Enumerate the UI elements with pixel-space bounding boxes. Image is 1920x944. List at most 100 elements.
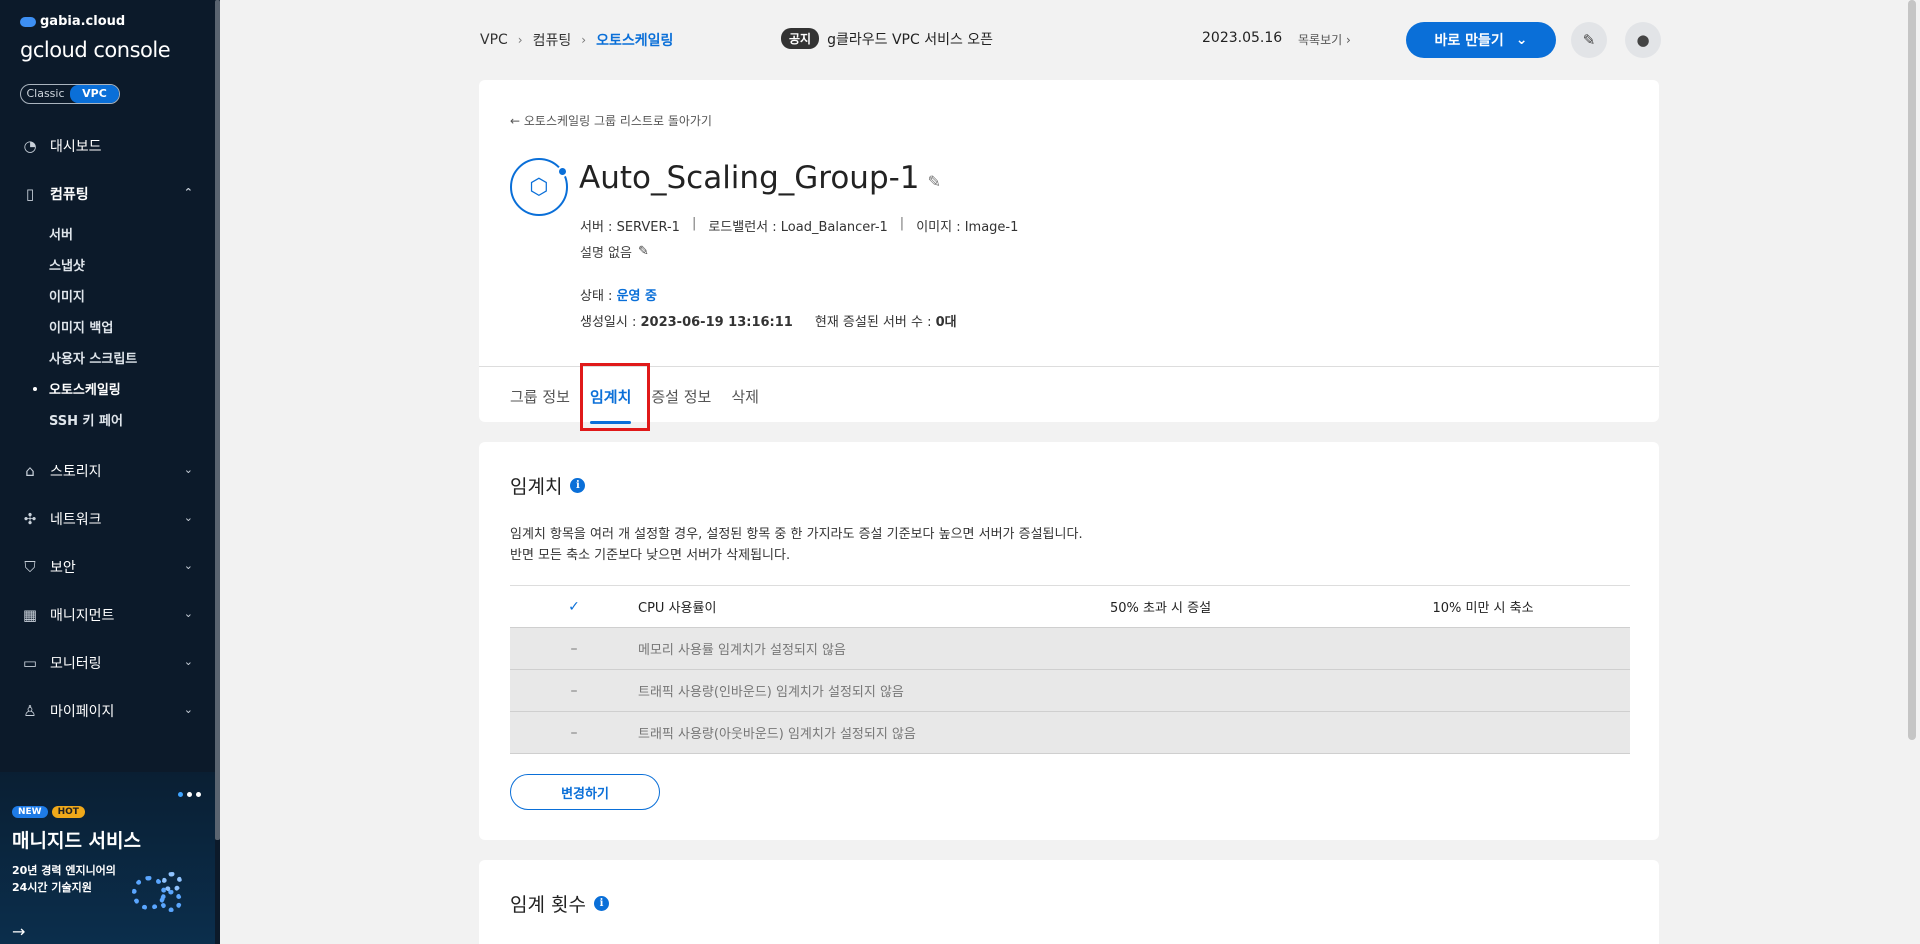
brand-console[interactable]: gcloud console xyxy=(20,38,171,62)
status-label: 상태 : xyxy=(580,289,613,304)
promo-subtitle: 20년 경력 엔지니어의 24시간 기술지원 xyxy=(12,864,116,894)
sidebar-item-management[interactable]: ▦ 매니지먼트 ⌄ xyxy=(0,591,215,639)
carousel-dot[interactable] xyxy=(187,792,192,797)
threshold-count-card: 임계 횟수 i xyxy=(479,860,1659,944)
check-icon: ✓ xyxy=(568,598,580,615)
edit-description-icon[interactable]: ✎ xyxy=(638,244,649,259)
notice-tag: 공지 xyxy=(781,28,820,49)
list-link[interactable]: 목록보기 › xyxy=(1298,31,1351,48)
edit-name-icon[interactable]: ✎ xyxy=(928,172,941,191)
cloud-icon xyxy=(20,16,36,27)
info-icon[interactable]: i xyxy=(593,896,609,911)
notice-text[interactable]: g클라우드 VPC 서비스 오픈 xyxy=(827,29,993,49)
section-title: 임계치 i xyxy=(510,472,586,499)
sidebar-item-label: 모니터링 xyxy=(50,656,102,672)
sidebar-scrollbar[interactable] xyxy=(215,0,220,840)
dash-icon: – xyxy=(570,640,578,657)
carousel-dot[interactable] xyxy=(196,792,201,797)
carousel-dots[interactable] xyxy=(178,792,201,797)
brand-logo[interactable]: gabia.cloud xyxy=(20,14,125,29)
chevron-down-icon: ⌄ xyxy=(183,559,193,572)
notice-date: 2023.05.16 xyxy=(1202,30,1283,46)
info-icon[interactable]: i xyxy=(570,478,586,493)
threshold-count-title: 임계 횟수 xyxy=(510,894,586,916)
back-link-label: 오토스케일링 그룹 리스트로 돌아가기 xyxy=(523,114,712,128)
sidebar-sub-image-backup[interactable]: 이미지 백업 xyxy=(49,311,215,342)
list-link-label: 목록보기 xyxy=(1298,33,1343,47)
quick-create-button[interactable]: 바로 만들기 ⌄ xyxy=(1406,22,1556,58)
sidebar-item-label: 보안 xyxy=(50,560,76,576)
group-summary-card: ← 오토스케일링 그룹 리스트로 돌아가기 ⬡ Auto_Scaling_Gro… xyxy=(479,80,1659,424)
chevron-down-icon: ⌄ xyxy=(183,655,193,668)
chip-icon: ▯ xyxy=(25,185,35,203)
mode-toggle[interactable]: Classic VPC xyxy=(20,84,120,104)
shield-icon: ⛉ xyxy=(24,558,36,576)
gears-icon xyxy=(132,872,192,912)
change-button[interactable]: 변경하기 xyxy=(510,774,660,810)
quick-create-label: 바로 만들기 xyxy=(1434,33,1504,49)
group-status: 상태 : 운영 중 xyxy=(580,285,657,304)
sidebar-item-computing[interactable]: ▯ 컴퓨팅 ⌃ xyxy=(0,170,215,218)
mode-vpc[interactable]: VPC xyxy=(70,85,119,103)
chevron-up-icon: ⌃ xyxy=(183,186,193,199)
sidebar-item-label: 스토리지 xyxy=(50,464,102,480)
mode-classic[interactable]: Classic xyxy=(21,85,70,103)
sidebar-sub-server[interactable]: 서버 xyxy=(49,218,215,249)
created-value: 2023-06-19 13:16:11 xyxy=(640,315,793,330)
threshold-description: 임계치 항목을 여러 개 설정할 경우, 설정된 항목 중 한 가지라도 증설 … xyxy=(510,524,1083,566)
threshold-name: CPU 사용률이 xyxy=(638,601,717,616)
sidebar-item-security[interactable]: ⛉ 보안 ⌄ xyxy=(0,543,215,591)
sidebar-sub-user-script[interactable]: 사용자 스크립트 xyxy=(49,342,215,373)
profile-button[interactable]: ● xyxy=(1625,22,1661,58)
sidebar-item-monitoring[interactable]: ▭ 모니터링 ⌄ xyxy=(0,639,215,687)
promo-banner[interactable]: NEW HOT 매니지드 서비스 20년 경력 엔지니어의 24시간 기술지원 … xyxy=(0,772,215,944)
promo-title: 매니지드 서비스 xyxy=(12,830,141,852)
carousel-dot[interactable] xyxy=(178,792,183,797)
tab-group-info[interactable]: 그룹 정보 xyxy=(510,382,570,422)
sidebar-item-network[interactable]: ✣ 네트워크 ⌄ xyxy=(0,495,215,543)
threshold-name: 트래픽 사용량(아웃바운드) 임계치가 설정되지 않음 xyxy=(638,727,916,742)
sidebar-item-label: 컴퓨팅 xyxy=(50,187,89,203)
new-badge: NEW xyxy=(12,806,48,818)
highlight-annotation xyxy=(580,363,650,431)
breadcrumb-computing[interactable]: 컴퓨팅 xyxy=(533,30,572,50)
sidebar-sub-image[interactable]: 이미지 xyxy=(49,280,215,311)
sidebar-sub-snapshot[interactable]: 스냅샷 xyxy=(49,249,215,280)
hot-badge: HOT xyxy=(51,806,85,818)
notice-bar[interactable]: 공지 g클라우드 VPC 서비스 오픈 xyxy=(781,28,993,49)
tab-scale-info[interactable]: 증설 정보 xyxy=(651,382,711,422)
tab-delete[interactable]: 삭제 xyxy=(731,382,759,422)
sidebar-sub-ssh-keypair[interactable]: SSH 키 페어 xyxy=(49,404,215,435)
autoscaling-group-icon: ⬡ xyxy=(510,158,568,216)
table-row: – 트래픽 사용량(인바운드) 임계치가 설정되지 않음 xyxy=(510,670,1630,712)
monitoring-icon: ▭ xyxy=(22,654,38,672)
dashboard-icon: ◔ xyxy=(23,137,37,155)
table-row: – 메모리 사용률 임계치가 설정되지 않음 xyxy=(510,628,1630,670)
breadcrumb-autoscaling[interactable]: 오토스케일링 xyxy=(596,30,673,50)
sidebar-item-storage[interactable]: ⌂ 스토리지 ⌄ xyxy=(0,447,215,495)
description-line: 임계치 항목을 여러 개 설정할 경우, 설정된 항목 중 한 가지라도 증설 … xyxy=(510,527,1083,542)
sidebar-item-mypage[interactable]: ♙ 마이페이지 ⌄ xyxy=(0,687,215,735)
page-scrollbar[interactable] xyxy=(1908,0,1916,740)
divider: | xyxy=(899,216,905,231)
scale-down-rule: 10% 미만 시 축소 xyxy=(1432,601,1534,616)
section-title: 임계 횟수 i xyxy=(510,890,609,917)
computing-submenu: 서버 스냅샷 이미지 이미지 백업 사용자 스크립트 오토스케일링 SSH 키 … xyxy=(0,218,215,435)
sidebar-item-label: 대시보드 xyxy=(50,139,102,155)
chat-button[interactable]: ✎ xyxy=(1571,22,1607,58)
sidebar-item-dashboard[interactable]: ◔ 대시보드 xyxy=(0,122,215,170)
status-dot-icon xyxy=(557,166,568,177)
user-icon: ♙ xyxy=(23,702,37,720)
sidebar-sub-autoscaling[interactable]: 오토스케일링 xyxy=(33,373,215,404)
page-title: Auto_Scaling_Group-1 ✎ xyxy=(579,160,941,196)
breadcrumb-vpc[interactable]: VPC xyxy=(480,32,508,48)
chevron-down-icon: ⌄ xyxy=(183,703,193,716)
servers-value: 0대 xyxy=(935,315,957,330)
group-server: 서버 : SERVER-1 xyxy=(580,220,680,235)
sidebar-item-label: 마이페이지 xyxy=(50,704,115,720)
back-to-list-link[interactable]: ← 오토스케일링 그룹 리스트로 돌아가기 xyxy=(510,112,712,129)
storage-icon: ⌂ xyxy=(25,462,35,480)
arrow-right-icon[interactable]: → xyxy=(12,922,25,941)
divider: | xyxy=(691,216,697,231)
chevron-right-icon: › xyxy=(517,33,523,47)
